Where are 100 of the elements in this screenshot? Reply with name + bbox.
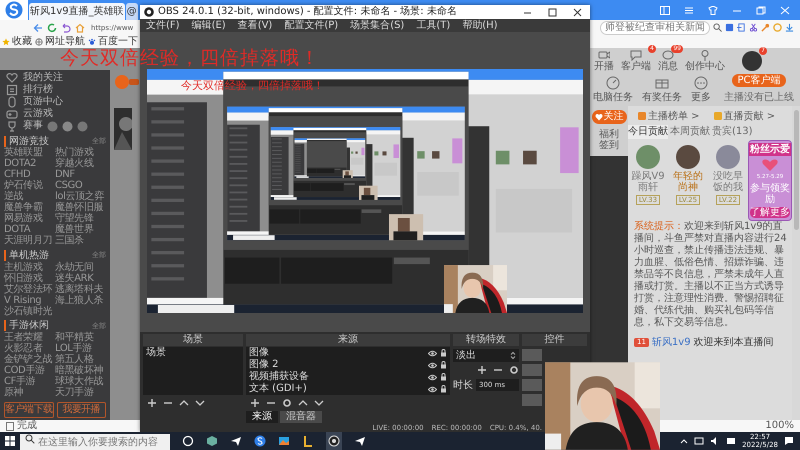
category-link[interactable]: 王者荣耀 — [4, 332, 55, 343]
lock-icon[interactable] — [440, 349, 447, 357]
menu-item[interactable]: 场景集合(S) — [350, 19, 404, 32]
category-link[interactable]: 第五人格 — [55, 354, 106, 365]
dock-tab[interactable]: 混音器 — [280, 411, 322, 423]
notification-icon[interactable] — [784, 436, 794, 446]
category-link[interactable]: 炉石传说 — [4, 180, 55, 192]
down-icon[interactable] — [314, 398, 324, 408]
category-link[interactable]: 逆战 — [4, 191, 55, 202]
bookmark-link[interactable]: 网址导航 — [35, 35, 85, 48]
browser-logo-icon[interactable] — [254, 435, 266, 447]
category-link[interactable]: 艾尔登法环 — [4, 284, 55, 295]
sidebar-item[interactable]: 排行榜 — [4, 84, 106, 96]
shirt-icon[interactable] — [708, 6, 718, 14]
menu-item[interactable]: 查看(V) — [238, 19, 272, 32]
menu-item[interactable]: 文件(F) — [146, 19, 180, 32]
category-link[interactable]: 英雄联盟 — [4, 147, 55, 158]
browser-tab[interactable]: @ — [126, 3, 138, 20]
back-icon[interactable] — [33, 22, 43, 32]
settings-icon[interactable] — [282, 398, 292, 408]
fan-name[interactable]: 年轻的尚神 — [669, 171, 707, 193]
category-link[interactable]: 金铲铲之战 — [4, 354, 55, 365]
category-link[interactable]: 球球大作战 — [55, 376, 106, 387]
eye-icon[interactable] — [428, 386, 437, 392]
category-link[interactable]: 火影忍者 — [4, 342, 55, 354]
ranking-tab[interactable]: 今日贡献 — [628, 125, 668, 139]
sidebar-item[interactable]: 我的关注 — [4, 72, 106, 84]
scene-item[interactable]: 场景 — [143, 347, 243, 359]
sidebar-button[interactable]: 客户端下载 — [4, 402, 54, 418]
lock-icon[interactable] — [440, 373, 447, 381]
menu-item[interactable]: 配置文件(P) — [284, 19, 338, 32]
search-field[interactable]: 在这里输入你要搜索的内容 — [20, 434, 170, 450]
category-link[interactable]: 暗黑破坏神 — [55, 364, 106, 376]
category-link[interactable]: COD手游 — [4, 364, 55, 376]
category-link[interactable]: 三国杀 — [55, 235, 106, 246]
category-link[interactable]: 和平精英 — [55, 332, 106, 343]
down-icon[interactable] — [195, 398, 205, 408]
image-app-icon[interactable] — [278, 435, 290, 447]
close-icon[interactable] — [573, 8, 582, 16]
obs-logo-icon[interactable] — [326, 432, 342, 450]
category-link[interactable]: 热门游戏 — [55, 147, 106, 158]
cube-icon[interactable] — [206, 435, 218, 447]
browser-tab[interactable]: 斩风1v9直播_英雄联 — [29, 3, 125, 20]
plane-icon[interactable] — [230, 435, 242, 447]
category-link[interactable]: 天涯明月刀 — [4, 235, 55, 246]
category-link[interactable]: 怀旧游戏 — [4, 272, 55, 284]
category-link[interactable]: 原神 — [4, 386, 55, 398]
add-icon[interactable] — [147, 398, 157, 408]
maximize-icon[interactable] — [548, 8, 557, 16]
category-link[interactable]: lol云顶之弈 — [55, 191, 106, 202]
source-item[interactable]: 图像 — [246, 347, 450, 359]
add-icon[interactable] — [250, 398, 260, 408]
category-link[interactable]: CSGO — [55, 180, 106, 192]
ranking-tab[interactable]: 贵宾(13) — [712, 125, 753, 139]
fan-name[interactable]: 没吃早饭的我 — [709, 171, 747, 193]
settings-icon[interactable] — [509, 365, 519, 375]
windows-logo-icon[interactable] — [5, 436, 15, 446]
category-link[interactable]: 守望先锋 — [55, 213, 106, 224]
ranking-link[interactable]: 主播榜单 > — [638, 109, 700, 123]
header-link[interactable]: 开播 — [594, 45, 619, 72]
plane-icon[interactable] — [354, 435, 366, 447]
eye-icon[interactable] — [428, 374, 437, 380]
category-link[interactable]: 网易游戏 — [4, 213, 55, 224]
sidebar-icon[interactable] — [660, 6, 670, 14]
search-field[interactable]: 师登被纪查审相关新闻 — [600, 20, 710, 34]
chevron-icon[interactable] — [680, 437, 688, 445]
refresh-icon[interactable] — [47, 22, 57, 32]
category-link[interactable]: DNF — [55, 169, 106, 180]
category-link[interactable]: 魔兽怀旧服 — [55, 202, 106, 214]
exit-icon[interactable] — [737, 23, 746, 32]
task-link[interactable]: 更多 — [691, 76, 711, 102]
sidebar-item[interactable]: 云游戏 — [4, 108, 106, 120]
menu-item[interactable]: 帮助(H) — [462, 19, 498, 32]
category-link[interactable]: 迷失ARK — [55, 272, 106, 284]
checkin-link[interactable]: 福利签到 — [598, 129, 620, 151]
user-link[interactable]: 斩风1v9 — [652, 335, 691, 349]
client-button[interactable]: PC客户端 — [732, 74, 786, 87]
bookmark-link[interactable]: 收藏 — [2, 35, 32, 48]
zoom-level[interactable]: 100% — [765, 420, 794, 432]
category-link[interactable]: 永劫无间 — [55, 262, 106, 273]
up-icon[interactable] — [298, 398, 308, 408]
download-icon[interactable] — [785, 23, 794, 32]
category-link[interactable]: DOTA2 — [4, 158, 55, 170]
scissors-icon[interactable] — [749, 23, 758, 32]
eye-icon[interactable] — [428, 350, 437, 356]
category-link[interactable]: 海上狼人杀 — [55, 294, 106, 306]
category-link[interactable]: V Rising — [4, 294, 55, 306]
category-link[interactable]: CFHD — [4, 169, 55, 180]
menu-icon[interactable] — [684, 6, 694, 14]
category-link[interactable]: 沙石镇时光 — [4, 306, 55, 317]
category-link[interactable]: 天刀手游 — [55, 386, 106, 398]
promo-button[interactable]: 了解更多 — [750, 207, 790, 218]
menu-item[interactable]: 编辑(E) — [192, 19, 226, 32]
category-link[interactable]: 逃离塔科夫 — [55, 284, 106, 295]
sidebar-button[interactable]: 我要开播 — [56, 402, 106, 418]
up-icon[interactable] — [179, 398, 189, 408]
add-icon[interactable] — [477, 365, 487, 375]
dock-tab[interactable]: 来源 — [246, 411, 278, 423]
search-icon[interactable] — [713, 23, 722, 32]
menu-item[interactable]: 工具(T) — [416, 19, 450, 32]
